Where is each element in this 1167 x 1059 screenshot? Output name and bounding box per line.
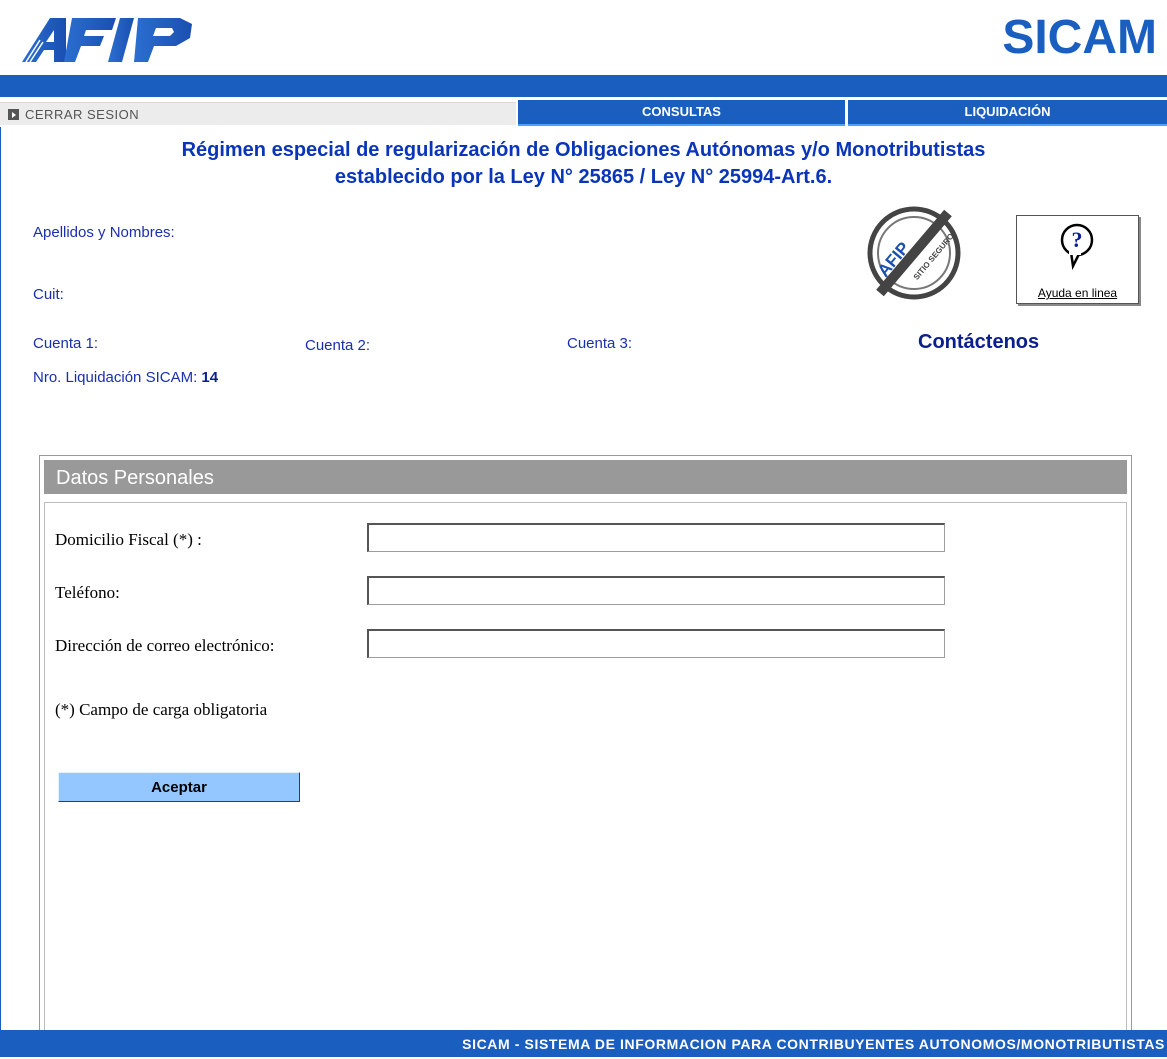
logout-link[interactable]: CERRAR SESION <box>0 102 516 125</box>
telefono-label: Teléfono: <box>55 583 120 602</box>
names-label: Apellidos y Nombres: <box>33 224 175 241</box>
cuit-label: Cuit: <box>33 286 64 303</box>
navbar: CERRAR SESION CONSULTAS LIQUIDACIÓN <box>0 97 1167 127</box>
required-note: (*) Campo de carga obligatoria <box>55 700 268 719</box>
panel-title: Datos Personales <box>44 460 1127 494</box>
header: SICAM <box>0 0 1167 75</box>
question-bubble-icon: ? <box>1060 223 1094 270</box>
panel-body: Domicilio Fiscal (*) : Teléfono: Direcci… <box>44 502 1127 1042</box>
svg-text:?: ? <box>1072 227 1083 252</box>
arrow-right-icon <box>8 109 19 120</box>
domicilio-label: Domicilio Fiscal (*) : <box>55 530 202 549</box>
cuenta1-label: Cuenta 1: <box>33 335 99 352</box>
help-label: Ayuda en linea <box>1037 286 1118 300</box>
header-strip <box>0 75 1167 97</box>
app-title: SICAM <box>1002 11 1157 64</box>
page-title-line-2: establecido por la Ley N° 25865 / Ley N°… <box>334 166 833 188</box>
tab-consultas[interactable]: CONSULTAS <box>518 100 845 126</box>
telefono-field[interactable] <box>367 576 945 605</box>
cuenta3-label: Cuenta 3: <box>567 335 633 352</box>
personal-data-panel: Datos Personales Domicilio Fiscal (*) : … <box>39 455 1132 1047</box>
cuenta2-label: Cuenta 2: <box>305 337 371 354</box>
afip-logo <box>22 18 192 63</box>
secure-site-seal: AFIP SITIO SEGURO <box>867 206 961 300</box>
liquidacion-row: Nro. Liquidación SICAM: 14 <box>33 369 218 386</box>
liquidacion-value: 14 <box>201 369 219 386</box>
domicilio-field[interactable] <box>367 523 945 552</box>
liquidacion-label: Nro. Liquidación SICAM: <box>33 369 198 386</box>
page-title-line-1: Régimen especial de regularización de Ob… <box>181 139 986 161</box>
contact-link[interactable]: Contáctenos <box>918 331 1039 354</box>
email-label: Dirección de correo electrónico: <box>55 636 275 655</box>
page-title: Régimen especial de regularización de Ob… <box>0 137 1167 191</box>
online-help-button[interactable]: ? Ayuda en linea <box>1016 215 1139 304</box>
accept-button[interactable]: Aceptar <box>58 772 300 802</box>
tab-liquidacion[interactable]: LIQUIDACIÓN <box>848 100 1167 126</box>
email-field[interactable] <box>367 629 945 658</box>
logout-label: CERRAR SESION <box>25 107 140 122</box>
footer: SICAM - SISTEMA DE INFORMACION PARA CONT… <box>0 1030 1167 1057</box>
